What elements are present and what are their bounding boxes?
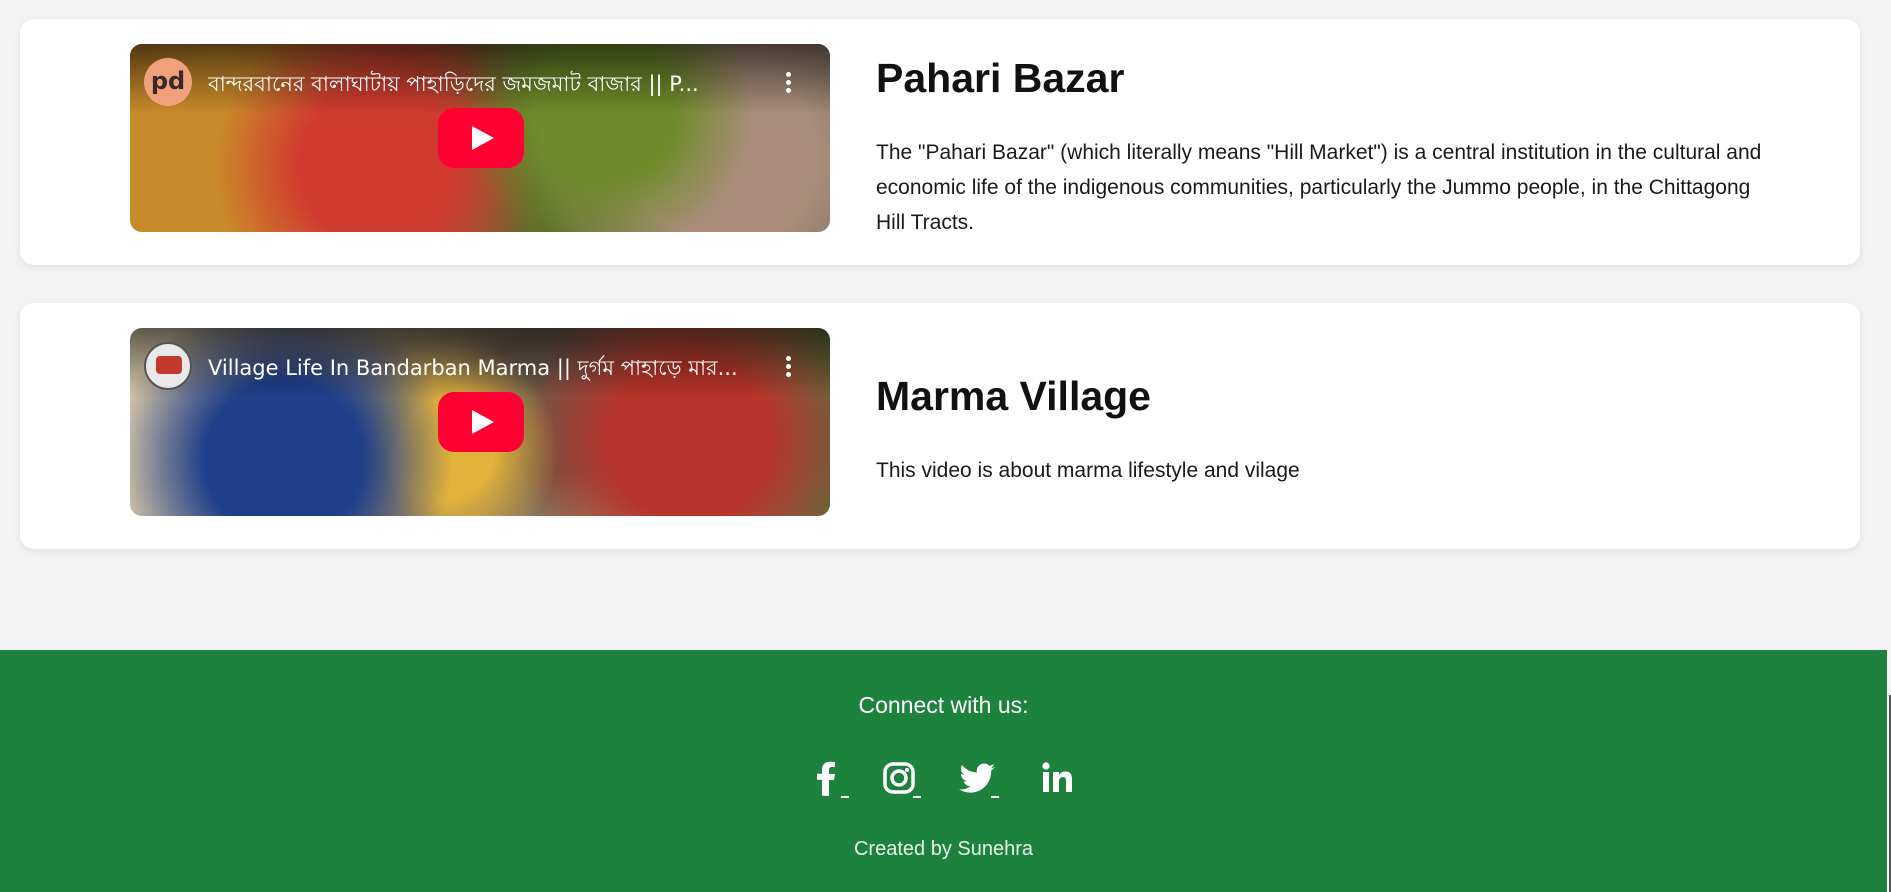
video-title[interactable]: Village Life In Bandarban Marma || দুর্গ… bbox=[208, 352, 768, 387]
site-footer: Connect with us: Created by Sunehra bbox=[0, 650, 1887, 892]
card-title: Pahari Bazar bbox=[876, 55, 1125, 101]
channel-logo-image bbox=[156, 356, 182, 374]
card-title: Marma Village bbox=[876, 373, 1151, 419]
more-vert-icon[interactable] bbox=[786, 72, 792, 94]
channel-avatar-icon[interactable]: pd bbox=[144, 58, 192, 106]
video-card: pd বান্দরবানের বালাঘাটায় পাহাড়িদের জমজ… bbox=[20, 19, 1860, 265]
video-title[interactable]: বান্দরবানের বালাঘাটায় পাহাড়িদের জমজমাট… bbox=[208, 68, 768, 103]
twitter-icon[interactable] bbox=[955, 756, 999, 800]
card-description: The "Pahari Bazar" (which literally mean… bbox=[876, 141, 1762, 234]
youtube-video-embed[interactable]: pd বান্দরবানের বালাঘাটায় পাহাড়িদের জমজ… bbox=[130, 44, 830, 232]
linkedin-icon[interactable] bbox=[1035, 756, 1079, 800]
channel-avatar-icon[interactable] bbox=[144, 342, 192, 390]
card-description: This video is about marma lifestyle and … bbox=[876, 459, 1300, 482]
channel-logo-text: pd bbox=[150, 67, 186, 95]
youtube-play-icon[interactable] bbox=[438, 392, 524, 452]
social-links bbox=[805, 756, 1085, 804]
more-vert-icon[interactable] bbox=[786, 356, 792, 378]
youtube-play-icon[interactable] bbox=[438, 108, 524, 168]
video-card: Village Life In Bandarban Marma || দুর্গ… bbox=[20, 303, 1860, 549]
footer-credit: Created by Sunehra bbox=[853, 838, 1033, 860]
instagram-icon[interactable] bbox=[877, 756, 921, 800]
youtube-video-embed[interactable]: Village Life In Bandarban Marma || দুর্গ… bbox=[130, 328, 830, 516]
facebook-icon[interactable] bbox=[805, 756, 849, 800]
connect-label: Connect with us: bbox=[858, 692, 1029, 718]
